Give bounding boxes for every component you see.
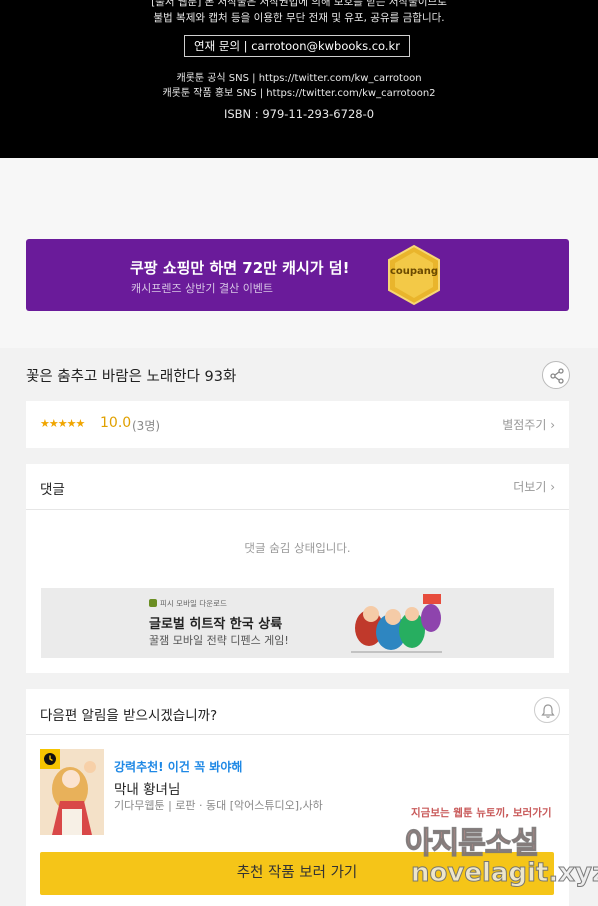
share-button[interactable] bbox=[542, 361, 570, 389]
copyright-line-2: 불법 복제와 캡처 등을 이용한 무단 전재 및 유포, 공유를 금합니다. bbox=[153, 12, 445, 24]
bell-icon bbox=[541, 704, 555, 718]
comments-more-link[interactable]: 더보기 › bbox=[513, 478, 555, 495]
rating-stars: ★★★★★ bbox=[40, 417, 85, 430]
episode-title: 꽃은 춤추고 바람은 노래한다 93화 bbox=[26, 369, 237, 385]
notification-question: 다음편 알림을 받으시겠습니까? bbox=[40, 708, 218, 724]
coupang-cash-banner[interactable]: 쿠팡 쇼핑만 하면 72만 캐시가 덤! 캐시프렌즈 상반기 결산 이벤트 co… bbox=[26, 239, 569, 311]
ad-title: 글로벌 히트작 한국 상륙 bbox=[149, 617, 283, 632]
rate-button[interactable]: 별점주기 › bbox=[502, 416, 555, 433]
share-icon bbox=[550, 368, 564, 384]
recommendation-tag: 강력추천! 이건 꼭 봐야해 bbox=[114, 760, 243, 774]
view-recommendation-button[interactable]: 추천 작품 보러 가기 bbox=[40, 852, 554, 895]
rating-score: 10.0 bbox=[100, 415, 132, 431]
comments-header: 댓글 bbox=[40, 482, 65, 498]
rating-count: (3명) bbox=[132, 419, 161, 433]
isbn-text: ISBN : 979-11-293-6728-0 bbox=[223, 107, 375, 121]
banner-subtitle: 캐시프렌즈 상반기 결산 이벤트 bbox=[131, 282, 274, 295]
ad-small-label: 피시 모바일 다운로드 bbox=[160, 599, 227, 608]
game-logo-icon bbox=[149, 599, 157, 607]
coupang-coin-icon: coupang bbox=[386, 244, 442, 306]
recommended-comic-thumbnail[interactable] bbox=[40, 749, 104, 835]
clock-icon bbox=[44, 753, 56, 765]
recommended-comic-title[interactable]: 막내 황녀님 bbox=[114, 778, 180, 798]
comment-card: 댓글 더보기 › 댓글 숨김 상태입니다. 피시 모바일 다운로드 글로벌 히트… bbox=[26, 464, 569, 673]
game-characters-art bbox=[351, 594, 442, 653]
comments-hidden-notice: 댓글 숨김 상태입니다. bbox=[244, 541, 351, 555]
notification-bell-button[interactable] bbox=[534, 697, 560, 723]
recommended-comic-meta: 기다무웹툰 | 로판 · 동대 [악어스튜디오],사하 bbox=[114, 799, 323, 812]
copyright-line-1: [출처 웹툰] 본 저작물은 저작권법에 의해 보호를 받는 저작물이므로 bbox=[151, 0, 447, 8]
rating-card: ★★★★★ 10.0 (3명) 별점주기 › bbox=[26, 401, 569, 448]
divider bbox=[26, 509, 569, 510]
official-sns-link[interactable]: 캐롯툰 공식 SNS | https://twitter.com/kw_carr… bbox=[0, 69, 598, 84]
coin-label: coupang bbox=[389, 266, 439, 277]
ad-subtitle: 꿀잼 모바일 전략 디펜스 게임! bbox=[149, 634, 289, 647]
divider bbox=[26, 734, 569, 735]
ad-small-text: 피시 모바일 다운로드 bbox=[149, 598, 227, 609]
footer-copyright-area: [출처 웹툰] 본 저작물은 저작권법에 의해 보호를 받는 저작물이므로 불법… bbox=[0, 0, 598, 158]
banner-title: 쿠팡 쇼핑만 하면 72만 캐시가 덤! bbox=[130, 259, 350, 277]
contact-email[interactable]: 연재 문의 | carrotoon@kwbooks.co.kr bbox=[184, 35, 410, 57]
next-episode-notification-card: 다음편 알림을 받으시겠습니까? 강력추천! 이건 꼭 봐야해 막내 황녀님 기… bbox=[26, 689, 569, 906]
wait-free-badge bbox=[40, 749, 60, 769]
game-ad-banner[interactable]: 피시 모바일 다운로드 글로벌 히트작 한국 상륙 꿀잼 모바일 전략 디펜스 … bbox=[41, 588, 554, 658]
promo-sns-link[interactable]: 캐롯툰 작품 홍보 SNS | https://twitter.com/kw_c… bbox=[0, 84, 598, 99]
